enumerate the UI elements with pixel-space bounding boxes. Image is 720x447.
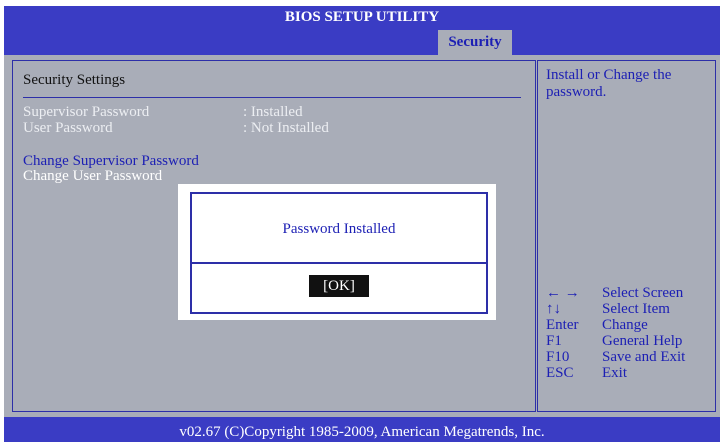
section-divider (23, 97, 521, 98)
help-pane: Install or Change the password. ← → Sele… (537, 60, 716, 412)
user-password-status: : Not Installed (243, 120, 329, 136)
ok-button[interactable]: [OK] (309, 275, 369, 297)
key-left-right: ← → (546, 285, 580, 301)
key-up-down: ↑↓ (546, 301, 561, 317)
app-title: BIOS SETUP UTILITY (284, 9, 440, 25)
key-action: Save and Exit (602, 349, 686, 365)
footer-bar: v02.67 (C)Copyright 1985-2009, American … (4, 417, 720, 442)
key-action: Select Item (602, 301, 670, 317)
key-enter: Enter (546, 317, 579, 333)
key-action: Exit (602, 365, 627, 381)
key-action: General Help (602, 333, 683, 349)
key-action: Select Screen (602, 285, 684, 301)
copyright-text: v02.67 (C)Copyright 1985-2009, American … (179, 424, 545, 440)
key-legend-row: F1 General Help (546, 333, 685, 349)
password-installed-dialog: Password Installed [OK] (178, 184, 496, 320)
tab-bar: Security (4, 28, 720, 55)
key-f1: F1 (546, 333, 562, 349)
key-legend-row: ↑↓ Select Item (546, 301, 685, 317)
title-bar: BIOS SETUP UTILITY (4, 6, 720, 28)
key-legend-row: F10 Save and Exit (546, 349, 685, 365)
dialog-divider (192, 262, 486, 264)
key-legend-row: ESC Exit (546, 365, 685, 381)
help-text: Install or Change the password. (546, 67, 672, 100)
dialog-frame: Password Installed [OK] (190, 192, 488, 314)
user-password-label: User Password (23, 120, 113, 136)
change-user-password-option[interactable]: Change User Password (23, 168, 162, 185)
section-title: Security Settings (23, 72, 126, 88)
dialog-message: Password Installed (282, 221, 396, 237)
key-f10: F10 (546, 349, 570, 365)
tab-security[interactable]: Security (438, 30, 512, 55)
key-legend-row: ← → Select Screen (546, 285, 685, 301)
supervisor-password-label: Supervisor Password (23, 104, 150, 120)
key-action: Change (602, 317, 648, 333)
supervisor-password-status: : Installed (243, 104, 303, 120)
key-esc: ESC (546, 365, 574, 381)
key-legend: ← → Select Screen ↑↓ Select Item Enter C… (546, 285, 685, 381)
key-legend-row: Enter Change (546, 317, 685, 333)
